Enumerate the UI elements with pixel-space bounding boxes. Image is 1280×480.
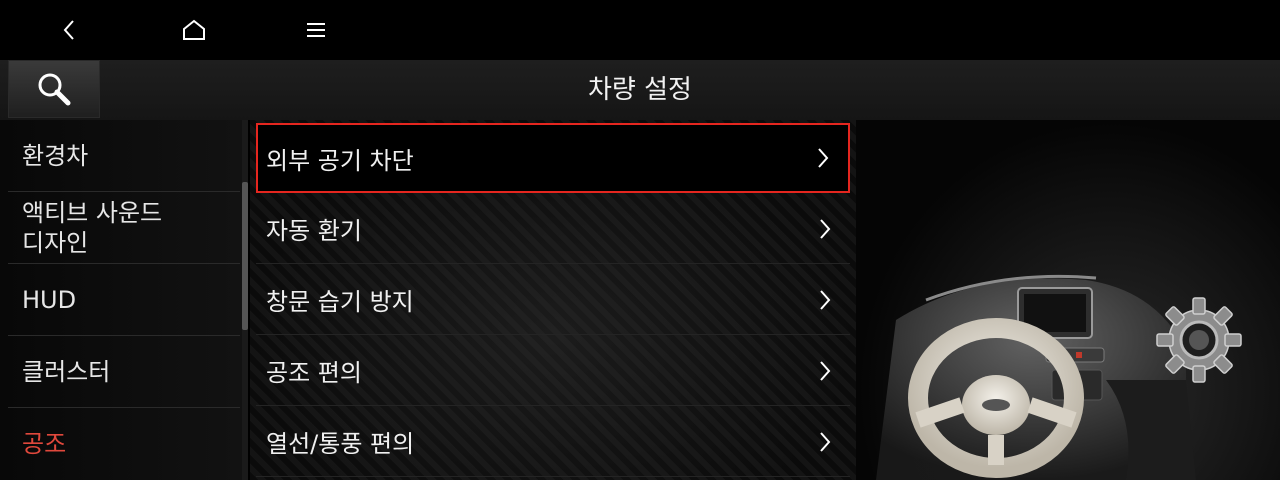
list-item-label: 외부 공기 차단 xyxy=(266,146,414,175)
list-item-block-outside-air[interactable]: 외부 공기 차단 xyxy=(256,123,850,193)
chevron-left-icon xyxy=(63,20,74,40)
settings-list: 외부 공기 차단 자동 환기 창문 습기 방지 공조 편의 열선/통풍 편의 xyxy=(250,120,856,480)
page-title: 차량 설정 xyxy=(588,75,692,105)
top-bar xyxy=(0,0,1280,60)
home-icon xyxy=(183,19,205,40)
list-item-climate-convenience[interactable]: 공조 편의 xyxy=(256,336,850,406)
gear-icon xyxy=(1156,297,1242,383)
chevron-right-icon xyxy=(820,218,831,239)
sidebar-item-cluster[interactable]: 클러스터 xyxy=(8,336,240,408)
sidebar-item-label: 클러스터 xyxy=(22,357,111,386)
illustration-panel xyxy=(856,120,1280,480)
sidebar-item-label-line2: 디자인 xyxy=(22,228,89,257)
search-button[interactable] xyxy=(8,60,100,118)
sidebar: 환경차 액티브 사운드 디자인 HUD 클러스터 공조 xyxy=(0,120,242,480)
menu-icon xyxy=(307,23,325,37)
chevron-right-icon xyxy=(820,431,831,452)
list-item-label: 공조 편의 xyxy=(266,359,362,387)
list-item-label: 열선/통풍 편의 xyxy=(266,430,415,458)
list-item-label: 자동 환기 xyxy=(266,217,362,245)
sidebar-item-climate[interactable]: 공조 xyxy=(8,408,240,480)
sidebar-item-label: HUD xyxy=(22,285,77,314)
chevron-right-icon xyxy=(820,360,831,381)
search-icon xyxy=(38,73,71,106)
scrollbar-thumb[interactable] xyxy=(242,182,248,330)
header: 차량 설정 xyxy=(0,60,1280,120)
list-item-window-defog[interactable]: 창문 습기 방지 xyxy=(256,265,850,335)
sidebar-item-label: 공조 xyxy=(22,430,67,458)
sidebar-item-label: 액티브 사운드 xyxy=(22,198,163,227)
list-item-heated-ventilated-convenience[interactable]: 열선/통풍 편의 xyxy=(256,407,850,477)
list-item-auto-ventilation[interactable]: 자동 환기 xyxy=(256,194,850,264)
list-item-label: 창문 습기 방지 xyxy=(266,288,414,316)
chevron-right-icon xyxy=(820,289,831,310)
sidebar-item-hud[interactable]: HUD xyxy=(8,264,240,336)
sidebar-item-label: 환경차 xyxy=(22,141,89,170)
menu-button[interactable] xyxy=(291,8,341,52)
sidebar-item-active-sound-design[interactable]: 액티브 사운드 디자인 xyxy=(8,192,240,264)
chevron-right-icon xyxy=(818,148,829,168)
back-button[interactable] xyxy=(44,8,94,52)
sidebar-item-eco-vehicle[interactable]: 환경차 xyxy=(8,120,240,192)
home-button[interactable] xyxy=(169,8,219,52)
